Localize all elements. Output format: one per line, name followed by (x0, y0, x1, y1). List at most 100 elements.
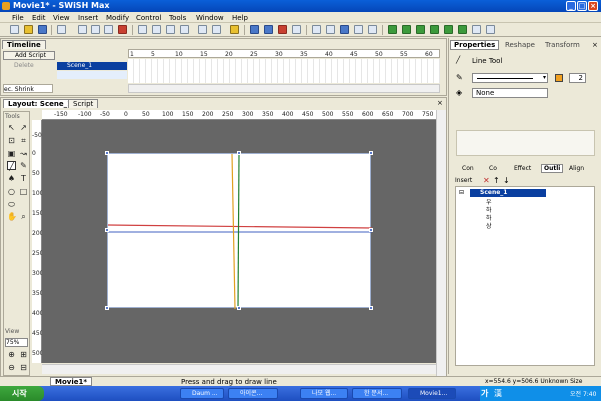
menu-control[interactable]: Control (136, 14, 161, 22)
outline-item[interactable]: 상 (486, 223, 492, 230)
copy-icon[interactable] (91, 25, 100, 34)
tab-script[interactable]: Script (68, 99, 99, 108)
save-icon[interactable] (38, 25, 47, 34)
tab-properties[interactable]: Properties (450, 40, 500, 50)
tab-layout[interactable]: Layout: Scene_1 (3, 99, 77, 108)
menu-insert[interactable]: Insert (78, 14, 98, 22)
ellipse-tool-icon[interactable]: ○ (7, 187, 16, 196)
start-button[interactable]: 시작 (0, 386, 44, 401)
delete-icon[interactable] (118, 25, 127, 34)
zoom-fit-icon[interactable]: ⊞ (19, 350, 28, 359)
tab-color[interactable]: Co (489, 165, 497, 172)
group-icon[interactable] (198, 25, 207, 34)
publish-icon[interactable] (458, 25, 467, 34)
ime-mode[interactable]: 漢 (494, 388, 502, 399)
menu-view[interactable]: View (53, 14, 70, 22)
timeline-frames[interactable] (128, 59, 440, 83)
layout-vscroll[interactable] (436, 110, 446, 376)
add-script-button[interactable]: Add Script (3, 51, 55, 60)
tab-reshape[interactable]: Reshape (505, 41, 535, 49)
transform-tool-icon[interactable]: ⊡ (7, 136, 16, 145)
handle-tl[interactable] (105, 151, 109, 155)
zoom-out-icon[interactable]: ⊖ (7, 363, 16, 372)
help-icon[interactable] (230, 25, 239, 34)
close-properties-icon[interactable]: × (592, 41, 598, 49)
menu-file[interactable]: File (12, 14, 24, 22)
timeline-hscroll[interactable] (128, 84, 440, 93)
menu-tools[interactable]: Tools (169, 14, 186, 22)
motion-path-icon[interactable]: ↝ (19, 149, 28, 158)
test-browser-icon[interactable] (416, 25, 425, 34)
cut-icon[interactable] (78, 25, 87, 34)
layer-row[interactable] (57, 71, 127, 79)
arrow-up-icon[interactable]: ↑ (493, 176, 500, 185)
first-frame-icon[interactable] (312, 25, 321, 34)
red-line[interactable] (108, 224, 372, 229)
stroke-style-select[interactable]: ▾ (472, 73, 548, 83)
menu-window[interactable]: Window (196, 14, 224, 22)
handle-ml[interactable] (105, 228, 109, 232)
export-swf-icon[interactable] (388, 25, 397, 34)
test-player-icon[interactable] (430, 25, 439, 34)
hand-tool-icon[interactable]: ✋ (7, 212, 17, 221)
handle-bc[interactable] (237, 306, 241, 310)
bring-forward-icon[interactable] (138, 25, 147, 34)
handle-tr[interactable] (369, 151, 373, 155)
layout-hscroll[interactable] (42, 364, 436, 374)
play-effect-icon[interactable] (292, 25, 301, 34)
outline-item[interactable]: 우 (486, 199, 492, 206)
send-backward-icon[interactable] (152, 25, 161, 34)
stage[interactable] (107, 153, 372, 309)
outline-item[interactable]: 하 (486, 215, 492, 222)
preview-icon[interactable] (472, 25, 481, 34)
tab-content[interactable]: Con (462, 165, 474, 172)
task-icon[interactable]: 아이콘... (228, 388, 278, 399)
autoshape-tool-icon[interactable]: ⬭ (7, 200, 16, 209)
stroke-width-input[interactable]: 2 (569, 73, 586, 83)
stop-icon[interactable] (250, 25, 259, 34)
handle-mr[interactable] (369, 228, 373, 232)
menu-modify[interactable]: Modify (106, 14, 129, 22)
ime-indicator[interactable]: 가 (481, 388, 488, 399)
task-hangul[interactable]: 한 문서... (352, 388, 402, 399)
task-movie[interactable]: Movie1... (408, 388, 456, 399)
menu-help[interactable]: Help (232, 14, 248, 22)
scene-row[interactable]: Scene_1 (57, 62, 127, 70)
export-html-icon[interactable] (402, 25, 411, 34)
zoom-stage-icon[interactable]: ⊟ (19, 363, 28, 372)
zoom-in-icon[interactable]: ⊕ (7, 350, 16, 359)
fill-transform-icon[interactable]: ▣ (7, 149, 16, 158)
zoom-select[interactable]: 75% (5, 338, 28, 347)
tab-align[interactable]: Align (569, 165, 584, 172)
delete-icon[interactable]: ✕ (483, 176, 490, 185)
last-frame-icon[interactable] (368, 25, 377, 34)
open-file-icon[interactable] (24, 25, 33, 34)
tab-timeline[interactable]: Timeline (2, 40, 46, 49)
tab-effect[interactable]: Effect (514, 165, 531, 172)
rewind-icon[interactable] (340, 25, 349, 34)
maximize-button[interactable]: □ (577, 1, 587, 11)
delete-script-button[interactable]: Delete (3, 62, 55, 71)
subselect-tool-icon[interactable]: ↗ (19, 123, 28, 132)
bezier-tool-icon[interactable]: ♠ (7, 174, 16, 183)
tab-movie[interactable]: Movie1* (50, 377, 93, 386)
outline-item[interactable]: 하 (486, 207, 492, 214)
rectangle-tool-icon[interactable]: □ (19, 187, 28, 196)
handle-br[interactable] (369, 306, 373, 310)
settings-icon[interactable] (486, 25, 495, 34)
menu-edit[interactable]: Edit (32, 14, 46, 22)
new-file-icon[interactable] (10, 25, 19, 34)
fill-select[interactable]: None (472, 88, 548, 98)
play-icon[interactable] (264, 25, 273, 34)
insert-menu[interactable]: Insert (455, 177, 472, 184)
handle-tc[interactable] (237, 151, 241, 155)
select-tool-icon[interactable]: ↖ (7, 123, 16, 132)
outline-scene[interactable]: Scene_1 (470, 189, 546, 197)
pencil-tool-icon[interactable]: ✎ (19, 161, 28, 170)
send-back-icon[interactable] (180, 25, 189, 34)
green-line[interactable] (237, 154, 240, 309)
play-scene-icon[interactable] (278, 25, 287, 34)
tab-transform[interactable]: Transform (545, 41, 580, 49)
line-tool-icon[interactable]: ╱ (7, 161, 16, 171)
close-button[interactable]: × (588, 1, 598, 11)
